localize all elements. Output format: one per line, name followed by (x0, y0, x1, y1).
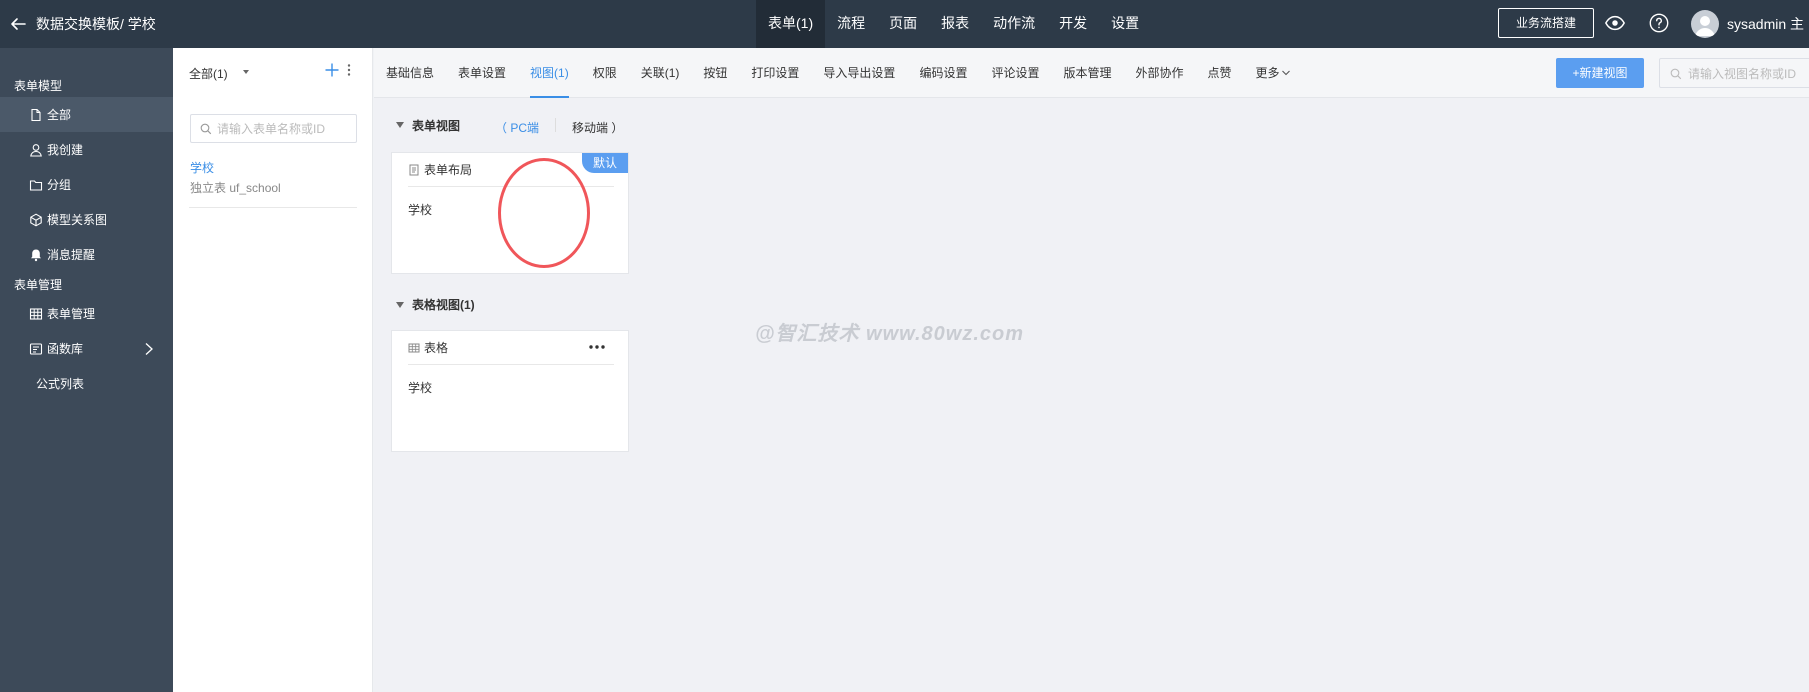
tab-views[interactable]: 视图(1) (518, 48, 581, 98)
tab-permissions[interactable]: 权限 (581, 48, 629, 98)
form-search-input[interactable] (217, 119, 353, 139)
sidebar-item-label: 函数库 (47, 342, 84, 356)
view-search-input[interactable] (1688, 64, 1809, 84)
main-content: 基础信息 表单设置 视图(1) 权限 关联(1) 按钮 打印设置 导入导出设置 … (374, 48, 1809, 692)
sidebar-item-label: 我创建 (47, 143, 84, 157)
search-icon (1670, 68, 1682, 80)
chevron-down-icon (1281, 70, 1290, 76)
tab-version-manage[interactable]: 版本管理 (1051, 48, 1123, 98)
topnav-page[interactable]: 页面 (877, 0, 929, 48)
table-views-title: 表格视图(1) (412, 298, 475, 312)
form-search (190, 114, 357, 143)
list-item[interactable]: 学校 独立表 uf_school (189, 152, 357, 208)
new-view-button[interactable]: +新建视图 (1556, 58, 1644, 88)
card-form-name: 学校 (408, 203, 433, 217)
form-name[interactable]: 学校 (190, 159, 214, 176)
business-flow-button[interactable]: 业务流搭建 (1498, 8, 1594, 38)
view-search (1659, 58, 1809, 88)
more-horizontal-icon[interactable] (588, 341, 606, 353)
avatar[interactable] (1691, 10, 1719, 38)
sidebar-item-formula-list[interactable]: 公式列表 (0, 366, 173, 401)
card-header: 表格 (408, 331, 614, 365)
search-icon (200, 123, 212, 135)
sidebar-item-label: 消息提醒 (47, 248, 96, 262)
form-filter-dropdown[interactable]: 全部(1) (189, 65, 228, 82)
file-icon (31, 108, 41, 121)
sidebar-section-models: 表单模型 (14, 79, 63, 93)
watermark: @智汇技术 www.80wz.com (755, 323, 1025, 345)
tab-relations[interactable]: 关联(1) (629, 48, 692, 98)
tab-likes[interactable]: 点赞 (1196, 48, 1244, 98)
sidebar-section-manage: 表单管理 (14, 278, 63, 292)
sidebar: 表单模型 全部 我创建 分组 模型关系图 消息提醒 表单管理 表单管理 函数库 … (0, 48, 173, 692)
sidebar-item-function-lib[interactable]: 函数库 (0, 331, 173, 366)
tab-code-settings[interactable]: 编码设置 (907, 48, 979, 98)
caret-down-icon[interactable] (243, 70, 249, 74)
document-icon (409, 164, 419, 175)
caret-down-icon[interactable] (396, 122, 404, 128)
topnav-workflow[interactable]: 流程 (825, 0, 877, 48)
bell-icon (31, 249, 41, 261)
divider (555, 118, 556, 132)
caret-down-icon[interactable] (396, 301, 404, 308)
table-views-header[interactable]: 表格视图(1) (396, 296, 475, 313)
sidebar-item-label: 分组 (47, 178, 72, 192)
sidebar-item-group[interactable]: 分组 (0, 167, 173, 202)
tab-basic-info[interactable]: 基础信息 (374, 48, 446, 98)
form-views-title: 表单视图 (412, 118, 461, 133)
more-vertical-icon[interactable] (345, 62, 353, 78)
sidebar-item-label: 全部 (47, 108, 72, 122)
sidebar-item-label: 表单管理 (47, 307, 96, 321)
form-list-panel: 全部(1) 学校 独立表 uf_school (173, 48, 373, 692)
tab-import-export[interactable]: 导入导出设置 (811, 48, 907, 98)
tab-form-settings[interactable]: 表单设置 (446, 48, 518, 98)
function-icon (29, 342, 43, 355)
tab-print-settings[interactable]: 打印设置 (739, 48, 811, 98)
sidebar-item-notifications[interactable]: 消息提醒 (0, 237, 173, 272)
tabs: 基础信息 表单设置 视图(1) 权限 关联(1) 按钮 打印设置 导入导出设置 … (374, 48, 1303, 98)
arrow-left-icon[interactable] (6, 12, 30, 36)
sidebar-item-label: 模型关系图 (47, 213, 108, 227)
topnav-actionflow[interactable]: 动作流 (981, 0, 1047, 48)
card-title: 表单布局 (424, 163, 473, 177)
app-title: 数据交换模板/ 学校 (36, 16, 156, 32)
plus-icon[interactable] (324, 62, 340, 78)
tab-more[interactable]: 更多 (1244, 48, 1303, 98)
top-nav: 表单(1) 流程 页面 报表 动作流 开发 设置 (756, 0, 1151, 48)
sidebar-item-all[interactable]: 全部 (0, 97, 173, 132)
sidebar-item-model-graph[interactable]: 模型关系图 (0, 202, 173, 237)
table-view-card[interactable]: 表格 学校 (391, 330, 629, 452)
card-title: 表格 (424, 341, 449, 355)
tab-buttons[interactable]: 按钮 (691, 48, 739, 98)
topnav-settings[interactable]: 设置 (1099, 0, 1151, 48)
user-avatar-icon (1695, 16, 1715, 36)
form-table-name: 独立表 uf_school (190, 181, 281, 195)
topnav-report[interactable]: 报表 (929, 0, 981, 48)
table-icon (29, 307, 43, 320)
card-form-name: 学校 (408, 381, 433, 395)
table-icon (408, 343, 420, 352)
tab-bar: 基础信息 表单设置 视图(1) 权限 关联(1) 按钮 打印设置 导入导出设置 … (374, 48, 1809, 98)
topnav-develop[interactable]: 开发 (1047, 0, 1099, 48)
annotation-circle (498, 158, 590, 268)
folder-icon (29, 179, 43, 191)
cube-icon (30, 213, 42, 226)
sidebar-item-form-manage[interactable]: 表单管理 (0, 296, 173, 331)
topnav-form[interactable]: 表单(1) (756, 0, 826, 48)
mobile-view-link[interactable]: 移动端 ） (572, 119, 623, 136)
user-icon (30, 143, 42, 157)
tab-external-collab[interactable]: 外部协作 (1123, 48, 1195, 98)
form-views-header[interactable]: 表单视图 （ PC端 移动端 ） (396, 118, 656, 135)
help-icon[interactable] (1648, 12, 1670, 34)
chevron-right-icon (145, 343, 153, 355)
tab-comment-settings[interactable]: 评论设置 (979, 48, 1051, 98)
pc-view-link[interactable]: （ PC端 (495, 119, 539, 136)
tab-more-label: 更多 (1255, 66, 1280, 80)
eye-icon[interactable] (1604, 12, 1626, 34)
sidebar-item-label: 公式列表 (36, 377, 85, 391)
username[interactable]: sysadmin 主 (1727, 14, 1804, 34)
top-bar: 数据交换模板/ 学校 表单(1) 流程 页面 报表 动作流 开发 设置 业务流搭… (0, 0, 1809, 48)
sidebar-item-mine[interactable]: 我创建 (0, 132, 173, 167)
